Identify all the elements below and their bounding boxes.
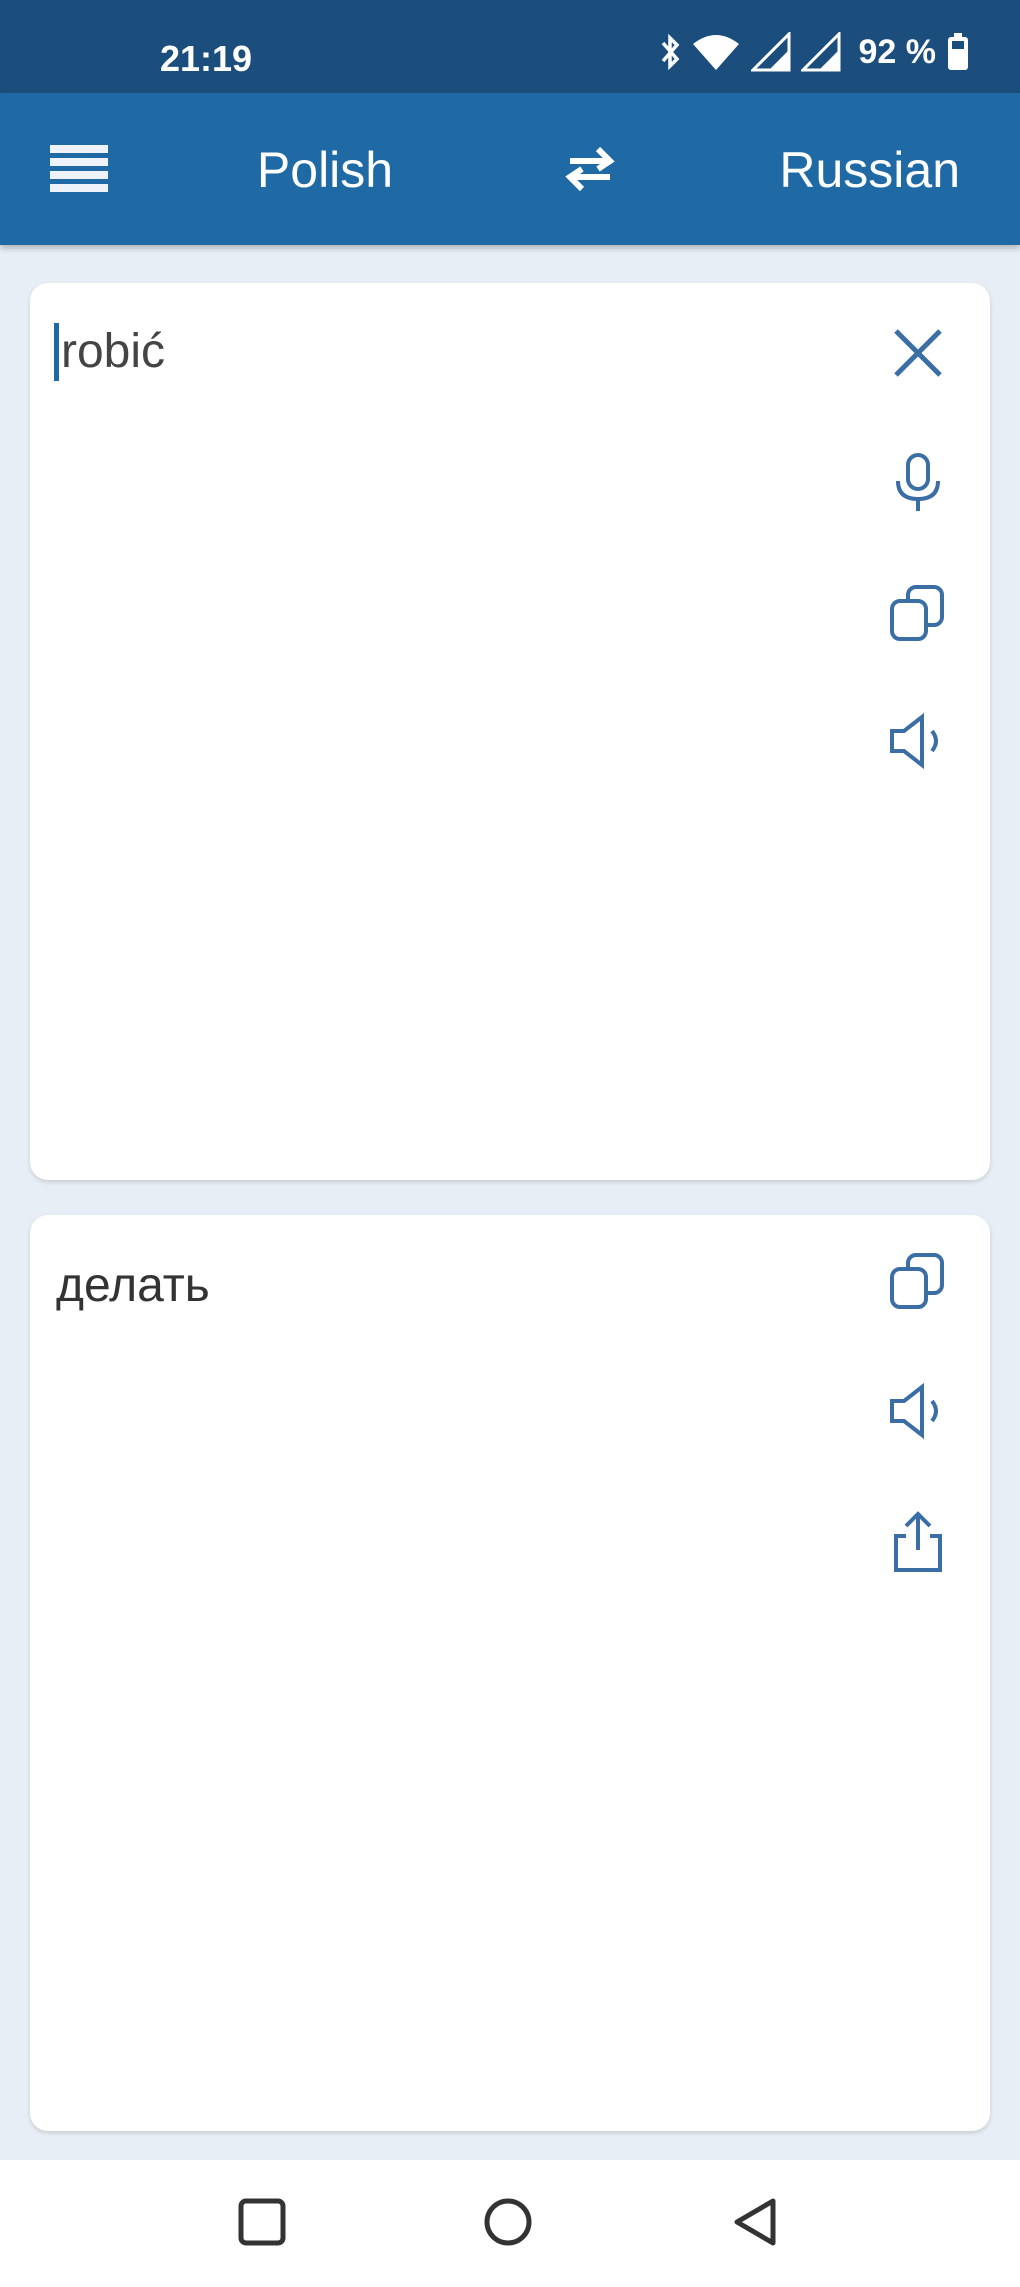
target-language-button[interactable]: Russian bbox=[740, 141, 960, 199]
translated-text: делать bbox=[56, 1259, 210, 1312]
menu-icon[interactable] bbox=[50, 145, 108, 193]
source-text-input[interactable]: robić bbox=[54, 323, 165, 381]
bluetooth-icon bbox=[661, 33, 679, 71]
microphone-icon[interactable] bbox=[882, 447, 954, 519]
navigation-bar bbox=[0, 2160, 1020, 2287]
copy-icon[interactable] bbox=[882, 577, 954, 649]
home-circle-icon[interactable] bbox=[478, 2192, 538, 2252]
source-language-button[interactable]: Polish bbox=[220, 141, 430, 199]
copy-icon[interactable] bbox=[882, 1245, 954, 1317]
battery-icon bbox=[948, 33, 968, 70]
share-icon[interactable] bbox=[882, 1505, 954, 1577]
speaker-icon[interactable] bbox=[882, 705, 954, 777]
signal-icon bbox=[750, 32, 790, 72]
output-card: делать bbox=[30, 1215, 990, 2131]
speaker-icon[interactable] bbox=[882, 1375, 954, 1447]
wifi-icon bbox=[692, 35, 739, 70]
signal-icon bbox=[800, 32, 840, 72]
swap-icon[interactable] bbox=[560, 143, 620, 195]
status-bar: 21:19 92 % bbox=[0, 0, 1020, 93]
input-card: robić bbox=[30, 283, 990, 1180]
recents-square-icon[interactable] bbox=[232, 2192, 292, 2252]
battery-percent: 92 % bbox=[858, 32, 937, 71]
status-time: 21:19 bbox=[160, 38, 253, 79]
app-bar: Polish Russian bbox=[0, 93, 1020, 245]
back-triangle-icon[interactable] bbox=[724, 2192, 784, 2252]
status-icons: 92 % bbox=[659, 30, 971, 74]
close-icon[interactable] bbox=[882, 317, 954, 389]
